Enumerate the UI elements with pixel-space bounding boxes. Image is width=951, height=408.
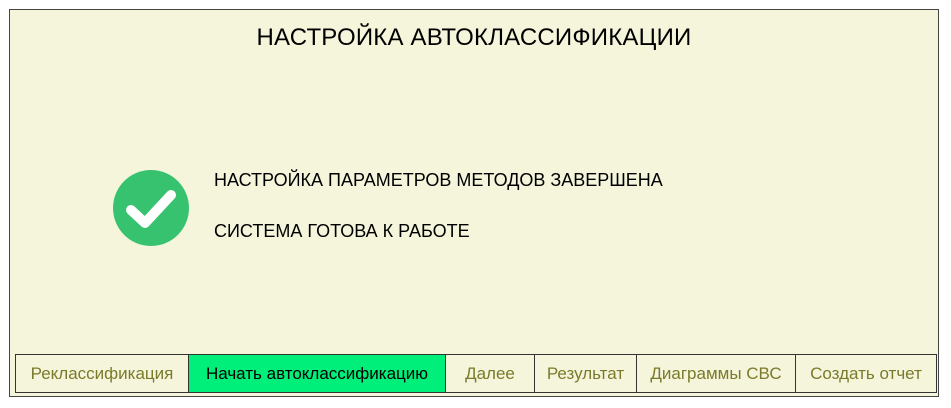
svs-diagrams-button[interactable]: Диаграммы СВС [637, 355, 796, 392]
start-autoclassification-button[interactable]: Начать автоклассификацию [189, 355, 446, 392]
status-message-system-ready: СИСТЕМА ГОТОВА К РАБОТЕ [214, 221, 470, 241]
autoclassification-window: НАСТРОЙКА АВТОКЛАССИФИКАЦИИ НАСТРОЙКА ПА… [9, 9, 939, 397]
reclassification-button[interactable]: Реклассификация [16, 355, 189, 392]
page-title: НАСТРОЙКА АВТОКЛАССИФИКАЦИИ [256, 24, 692, 51]
action-toolbar: Реклассификация Начать автоклассификацию… [15, 354, 937, 393]
result-button[interactable]: Результат [535, 355, 637, 392]
next-button[interactable]: Далее [446, 355, 535, 392]
status-message-setup-complete: НАСТРОЙКА ПАРАМЕТРОВ МЕТОДОВ ЗАВЕРШЕНА [214, 170, 663, 190]
create-report-button[interactable]: Создать отчет [796, 355, 936, 392]
check-circle-icon [113, 170, 189, 246]
